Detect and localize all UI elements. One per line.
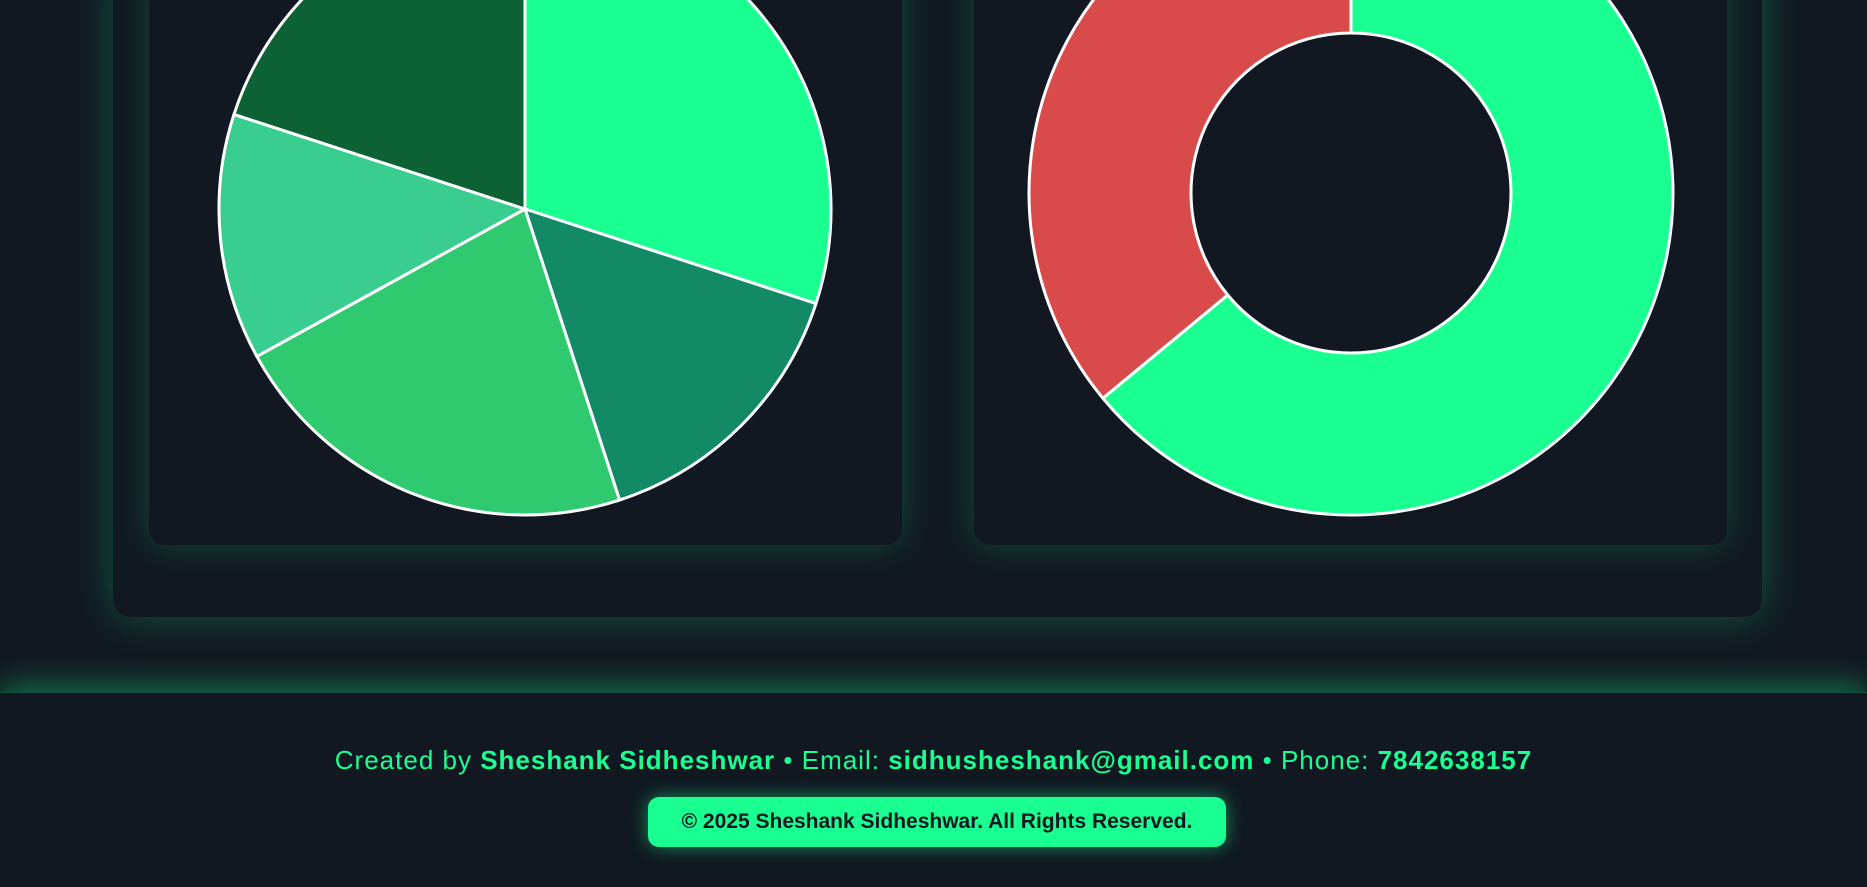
donut-chart (1027, 0, 1675, 517)
phone-label: • Phone: (1254, 745, 1378, 775)
created-by-label: Created by (334, 745, 481, 775)
phone-link[interactable]: 7842638157 (1378, 745, 1533, 775)
author-name: Sheshank Sidheshwar (480, 745, 776, 775)
copyright-badge: © 2025 Sheshank Sidheshwar. All Rights R… (648, 797, 1226, 847)
email-link[interactable]: sidhusheshank@gmail.com (888, 745, 1254, 775)
email-label: • Email: (775, 745, 889, 775)
donut-chart-card (974, 0, 1727, 545)
footer: Created by Sheshank Sidheshwar • Email: … (0, 692, 1867, 887)
footer-credits: Created by Sheshank Sidheshwar • Email: … (0, 745, 1867, 776)
pie-chart (217, 0, 833, 517)
pie-chart-card (149, 0, 902, 545)
